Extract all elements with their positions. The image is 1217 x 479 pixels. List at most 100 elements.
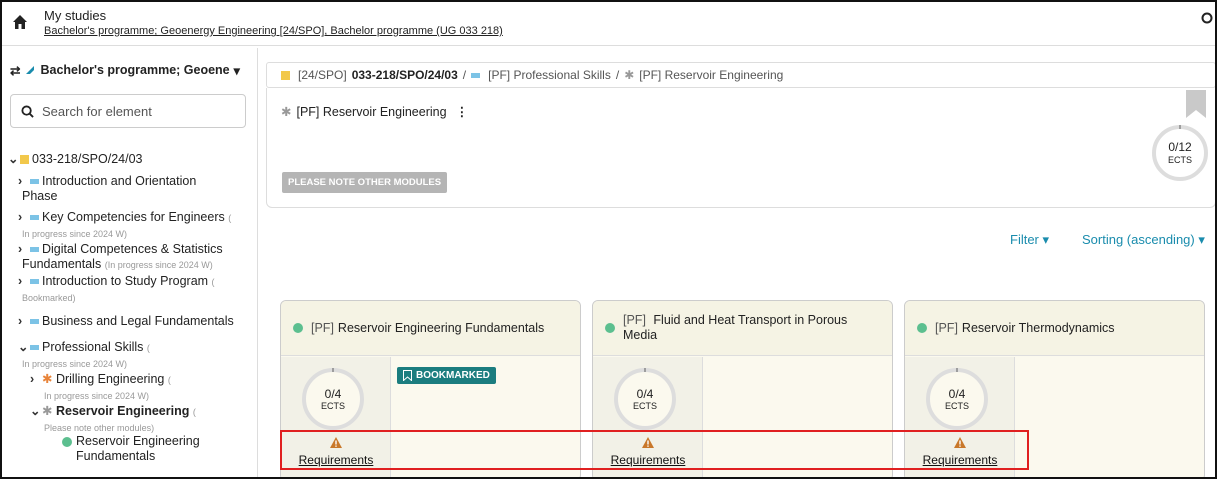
page-title: My studies xyxy=(44,8,107,23)
ects-value: 0/4 xyxy=(324,387,342,401)
module-title: Reservoir Engineering Fundamentals xyxy=(337,320,545,335)
module-dot-icon xyxy=(605,323,615,333)
breadcrumb: [24/SPO] 033-218/SPO/24/03 / [PF] Profes… xyxy=(266,62,1215,88)
breadcrumb-item-section[interactable]: [PF] Professional Skills xyxy=(488,68,611,82)
tree-item-status: In progress since 2024 W) xyxy=(44,391,150,401)
ects-unit: ECTS xyxy=(1167,155,1192,165)
tree-item-active[interactable]: ⌄ ✱ Reservoir Engineering ( Please note o… xyxy=(30,404,254,436)
program-selector-label: Bachelor's programme; Geoene xyxy=(40,63,230,77)
tree-item-label: Key Competencies for Engineers xyxy=(42,210,225,224)
module-title: Fluid and Heat Transport in Porous xyxy=(653,313,848,327)
section-icon xyxy=(30,279,39,285)
module-card-header: [PF] Reservoir Thermodynamics xyxy=(905,301,1204,356)
module-card-header: [PF] Fluid and Heat Transport in Porous … xyxy=(593,301,892,356)
chevron-down-icon: ⌄ xyxy=(30,404,41,418)
tree-item[interactable]: › Business and Legal Fundamentals xyxy=(18,314,254,329)
module-card-header: [PF] Reservoir Engineering Fundamentals xyxy=(281,301,580,356)
tree-item[interactable]: › Key Competencies for Engineers ( In pro… xyxy=(18,210,254,242)
chevron-right-icon: › xyxy=(18,314,23,328)
top-header: My studies Bachelor's programme; Geoener… xyxy=(2,2,1215,46)
tree-item-status: Please note other modules) xyxy=(44,423,155,433)
bookmarked-label: BOOKMARKED xyxy=(416,370,490,381)
tree-item-label: Reservoir Engineering xyxy=(55,404,190,418)
app-window: My studies Bachelor's programme; Geoener… xyxy=(0,0,1217,479)
chevron-right-icon: › xyxy=(18,242,23,256)
filter-label: Filter xyxy=(1010,232,1039,247)
tree-item[interactable]: › Introduction and Orientation Phase xyxy=(18,174,248,204)
tree-item[interactable]: ⌄ Professional Skills ( In progress since… xyxy=(18,340,254,372)
ects-progress-ring: 0/12 ECTS xyxy=(1151,124,1209,182)
module-dot-icon xyxy=(62,436,72,447)
tree-item-label: Digital Competences & Statistics xyxy=(42,242,223,256)
section-icon xyxy=(471,72,481,78)
tree-item-label: Business and Legal Fundamentals xyxy=(42,314,234,328)
graduation-icon xyxy=(26,66,35,74)
ects-value: 0/12 xyxy=(1168,140,1192,154)
ects-unit: ECTS xyxy=(944,401,969,411)
module-group-icon: ✱ xyxy=(42,372,53,386)
chevron-right-icon: › xyxy=(18,174,23,188)
caret-down-icon: ▾ xyxy=(1198,232,1205,247)
sorting-dropdown[interactable]: Sorting (ascending) ▾ xyxy=(1082,232,1205,248)
tree-item-label: Introduction to Study Program xyxy=(42,274,209,288)
module-group-icon: ✱ xyxy=(42,404,53,418)
program-link[interactable]: Bachelor's programme; Geoenergy Engineer… xyxy=(44,25,503,37)
bookmark-icon[interactable] xyxy=(1185,90,1207,118)
tree-item[interactable]: › ✱ Drilling Engineering ( In progress si… xyxy=(30,372,254,404)
module-title-wrap: [PF] Fluid and Heat Transport in Porous … xyxy=(623,313,847,343)
tree-item[interactable]: › Digital Competences & Statistics Fundam… xyxy=(18,242,254,273)
search-input[interactable]: Search for element xyxy=(10,94,246,128)
tree-item-label: Drilling Engineering xyxy=(55,372,165,386)
module-prefix: [PF] xyxy=(623,313,646,327)
swap-icon: ⇄ xyxy=(10,63,21,78)
module-title-line2: Media xyxy=(623,328,658,342)
ects-progress-ring: 0/4 ECTS xyxy=(301,367,365,431)
node-title: ✱ [PF] Reservoir Engineering ⋮ xyxy=(281,104,469,120)
section-icon xyxy=(30,345,39,351)
section-icon xyxy=(30,215,39,221)
tree-item-status: (In progress since 2024 W) xyxy=(104,260,213,270)
tree-item-label-line2: Fundamentals xyxy=(76,449,156,463)
section-icon xyxy=(30,319,39,325)
breadcrumb-item-program[interactable]: 033-218/SPO/24/03 xyxy=(352,68,458,82)
ects-value: 0/4 xyxy=(636,387,654,401)
module-group-icon: ✱ xyxy=(281,105,292,119)
breadcrumb-separator: / xyxy=(615,68,620,82)
more-options-icon[interactable]: ⋮ xyxy=(452,104,469,119)
filter-dropdown[interactable]: Filter ▾ xyxy=(1010,232,1049,248)
breadcrumb-prefix: [24/SPO] xyxy=(298,68,347,82)
module-group-icon: ✱ xyxy=(624,68,635,82)
module-dot-icon xyxy=(293,323,303,333)
tree-item-label: Reservoir Engineering xyxy=(76,434,200,448)
ects-unit: ECTS xyxy=(320,401,345,411)
search-icon[interactable] xyxy=(1201,12,1215,26)
search-icon xyxy=(21,104,34,118)
program-square-icon xyxy=(20,155,29,165)
section-icon xyxy=(30,247,39,253)
ects-progress-ring: 0/4 ECTS xyxy=(925,367,989,431)
tree-item[interactable]: Reservoir Engineering Fundamentals xyxy=(62,434,252,464)
chevron-down-icon: ⌄ xyxy=(18,340,29,354)
ects-unit: ECTS xyxy=(632,401,657,411)
breadcrumb-item-current: [PF] Reservoir Engineering xyxy=(639,68,784,82)
tree-item-label: Professional Skills xyxy=(42,340,144,354)
module-prefix: [PF] xyxy=(935,320,958,335)
ects-value: 0/4 xyxy=(948,387,966,401)
tree-item[interactable]: › Introduction to Study Program ( Bookmar… xyxy=(18,274,254,306)
ects-progress-ring: 0/4 ECTS xyxy=(613,367,677,431)
main-content: [24/SPO] 033-218/SPO/24/03 / [PF] Profes… xyxy=(266,60,1215,477)
node-title-text: [PF] Reservoir Engineering xyxy=(296,104,447,119)
tree-root-label: 033-218/SPO/24/03 xyxy=(32,152,143,166)
program-square-icon xyxy=(281,70,290,80)
search-placeholder: Search for element xyxy=(42,103,152,119)
note-badge: PLEASE NOTE OTHER MODULES xyxy=(282,172,448,193)
chevron-right-icon: › xyxy=(18,210,23,224)
home-icon[interactable] xyxy=(12,14,28,30)
tree-root[interactable]: ⌄ 033-218/SPO/24/03 xyxy=(8,152,143,167)
bookmarked-badge: BOOKMARKED xyxy=(397,367,496,384)
tree-item-status: In progress since 2024 W) xyxy=(22,229,128,239)
tree-item-status: In progress since 2024 W) xyxy=(22,359,128,369)
program-selector[interactable]: ⇄ Bachelor's programme; Geoene ▾ xyxy=(10,58,250,82)
module-dot-icon xyxy=(917,323,927,333)
chevron-down-icon: ⌄ xyxy=(8,152,19,166)
